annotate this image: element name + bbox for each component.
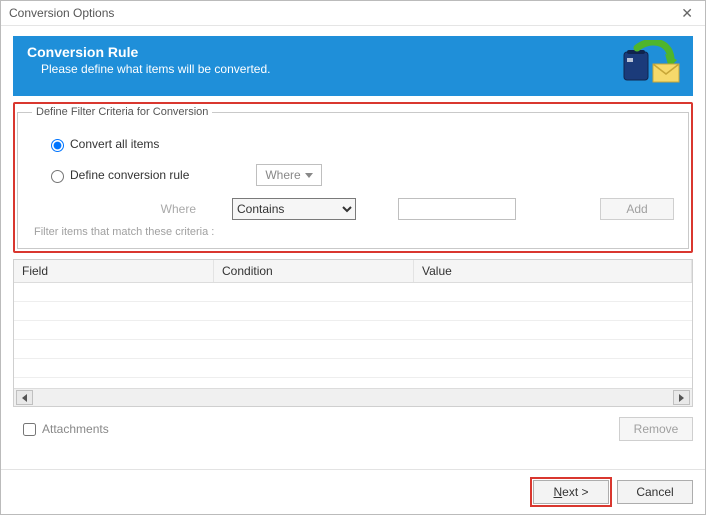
filter-hint: Filter items that match these criteria : <box>34 226 674 238</box>
content-area: Conversion Rule Please define what items… <box>1 26 705 469</box>
table-row <box>14 302 692 321</box>
radio-convert-all-label: Convert all items <box>70 137 159 151</box>
next-underline: N <box>553 485 562 499</box>
radio-define-rule[interactable]: Define conversion rule <box>46 167 220 183</box>
remove-button[interactable]: Remove <box>619 417 693 441</box>
table-row <box>14 359 692 378</box>
col-value[interactable]: Value <box>414 260 692 282</box>
radio-define-rule-input[interactable] <box>51 170 64 183</box>
conversion-options-window: Conversion Options ✕ Conversion Rule Ple… <box>0 0 706 515</box>
scroll-right-button[interactable] <box>673 390 690 405</box>
next-rest: ext > <box>562 485 588 499</box>
condition-select[interactable]: Contains <box>232 198 356 220</box>
table-row <box>14 340 692 359</box>
table-row <box>14 321 692 340</box>
col-field[interactable]: Field <box>14 260 214 282</box>
table-header: Field Condition Value <box>14 260 692 283</box>
banner: Conversion Rule Please define what items… <box>13 36 693 96</box>
mail-conversion-icon <box>621 40 683 93</box>
window-title: Conversion Options <box>9 6 114 20</box>
banner-title: Conversion Rule <box>27 44 679 60</box>
where-button-label: Where <box>265 168 300 182</box>
chevron-down-icon <box>305 173 313 178</box>
cancel-button[interactable]: Cancel <box>617 480 693 504</box>
horizontal-scrollbar[interactable] <box>14 388 692 406</box>
attachments-checkbox-input[interactable] <box>23 423 36 436</box>
close-icon[interactable]: ✕ <box>677 5 697 22</box>
arrow-left-icon <box>22 394 27 402</box>
attachments-checkbox[interactable]: Attachments <box>13 422 109 436</box>
filter-criteria-highlight: Define Filter Criteria for Conversion Co… <box>13 102 693 253</box>
table-body <box>14 283 692 388</box>
where-dropdown-button[interactable]: Where <box>256 164 322 186</box>
criteria-table: Field Condition Value <box>13 259 693 407</box>
radio-convert-all-input[interactable] <box>51 139 64 152</box>
attachments-label: Attachments <box>42 422 109 436</box>
title-bar: Conversion Options ✕ <box>1 1 705 26</box>
criteria-row: Where Contains Add <box>76 198 674 220</box>
arrow-right-icon <box>679 394 684 402</box>
below-table-row: Attachments Remove <box>13 417 693 441</box>
table-row <box>14 283 692 302</box>
group-legend: Define Filter Criteria for Conversion <box>32 106 212 118</box>
next-button[interactable]: Next > <box>533 480 609 504</box>
value-input[interactable] <box>398 198 516 220</box>
radio-define-rule-label: Define conversion rule <box>70 168 220 182</box>
col-condition[interactable]: Condition <box>214 260 414 282</box>
where-label: Where <box>76 202 232 216</box>
add-button[interactable]: Add <box>600 198 674 220</box>
dialog-footer: Next > Cancel <box>1 469 705 514</box>
table-row <box>14 378 692 388</box>
radio-convert-all[interactable]: Convert all items <box>46 136 674 152</box>
filter-criteria-group: Define Filter Criteria for Conversion Co… <box>17 106 689 249</box>
scroll-left-button[interactable] <box>16 390 33 405</box>
banner-subtitle: Please define what items will be convert… <box>41 62 679 76</box>
